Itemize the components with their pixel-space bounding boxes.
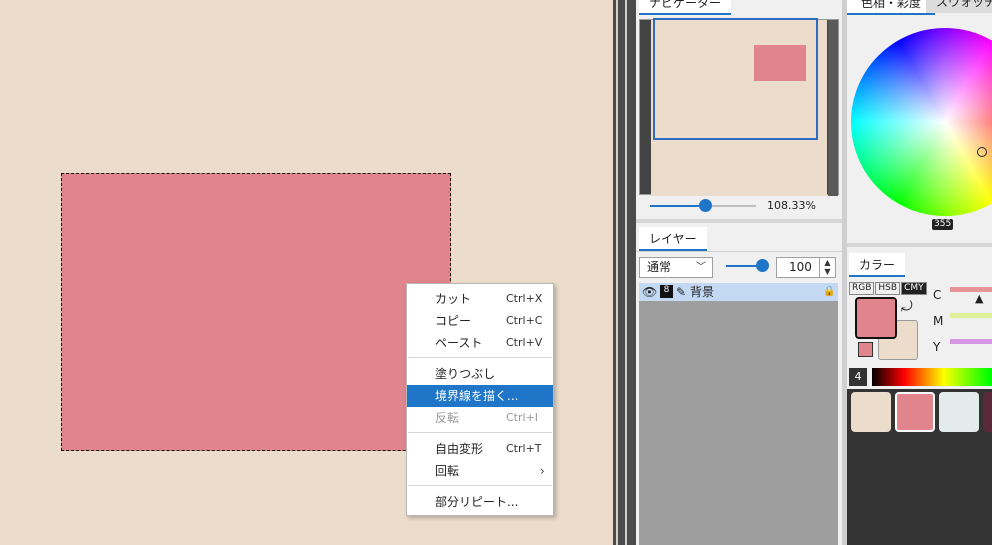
mode-hsb[interactable]: HSB bbox=[875, 282, 901, 295]
menu-item-label: 境界線を描く... bbox=[435, 389, 519, 403]
tab-swatch[interactable]: スウォッチ bbox=[926, 0, 992, 13]
slider-label-y: Y bbox=[933, 340, 941, 354]
layer-list[interactable]: 👁 8 ✎ 背景 🔒 bbox=[639, 283, 838, 545]
selection-rectangle[interactable] bbox=[61, 173, 451, 451]
color-panel: 色相・彩度 スウォッチ 355 カラー RGB HSB CMY ⤾ C ▲ M Y … bbox=[847, 0, 992, 545]
pen-icon[interactable]: ✎ bbox=[676, 284, 686, 300]
menu-item-paste[interactable]: ペースト Ctrl+V bbox=[407, 332, 553, 354]
menu-item-partial-repeat[interactable]: 部分リピート... bbox=[407, 491, 553, 513]
panel-separator[interactable] bbox=[847, 243, 992, 247]
navigator-view-frame[interactable] bbox=[653, 18, 818, 140]
chevron-down-icon: ﹀ bbox=[696, 262, 706, 273]
panel-separator[interactable] bbox=[636, 219, 842, 223]
palette-swatch[interactable] bbox=[851, 392, 891, 432]
palette-index[interactable]: 4 bbox=[849, 368, 867, 386]
menu-item-shortcut: Ctrl+C bbox=[506, 314, 543, 327]
hue-value: 355 bbox=[932, 219, 954, 230]
palette-area bbox=[847, 389, 992, 545]
mode-cmy[interactable]: CMY bbox=[901, 282, 927, 295]
divider-line bbox=[616, 0, 618, 545]
palette-swatch[interactable] bbox=[983, 392, 992, 432]
slider-c-marker[interactable]: ▲ bbox=[975, 292, 983, 305]
menu-item-shortcut: Ctrl+X bbox=[506, 292, 543, 305]
opacity-slider-handle[interactable] bbox=[756, 259, 769, 272]
tab-hue-saturation[interactable]: 色相・彩度 bbox=[847, 0, 936, 15]
menu-item-rotate[interactable]: 回転 › bbox=[407, 460, 553, 482]
menu-item-free-transform[interactable]: 自由変形 Ctrl+T bbox=[407, 438, 553, 460]
zoom-slider-fill bbox=[650, 205, 706, 207]
opacity-spinner[interactable]: ▲ ▼ bbox=[819, 258, 835, 277]
menu-item-stroke[interactable]: 境界線を描く... bbox=[407, 385, 553, 407]
menu-item-label: 塗りつぶし bbox=[435, 367, 496, 381]
menu-item-label: ペースト bbox=[435, 336, 483, 350]
slider-label-c: C bbox=[933, 288, 942, 302]
menu-divider bbox=[408, 432, 552, 433]
palette-swatch[interactable] bbox=[939, 392, 979, 432]
chevron-right-icon: › bbox=[540, 464, 545, 478]
swap-colors-icon[interactable]: ⤾ bbox=[901, 299, 913, 315]
zoom-slider-handle[interactable] bbox=[699, 199, 713, 212]
tab-navigator[interactable]: ナビゲーター bbox=[639, 0, 732, 15]
navigator-preview[interactable] bbox=[639, 18, 839, 196]
layer-number-icon: 8 bbox=[660, 285, 673, 298]
menu-item-label: 反転 bbox=[435, 411, 460, 425]
color-wheel-cursor[interactable] bbox=[977, 147, 987, 157]
slider-y[interactable] bbox=[950, 339, 992, 344]
context-menu: カット Ctrl+X コピー Ctrl+C ペースト Ctrl+V 塗りつぶし … bbox=[406, 283, 554, 516]
slider-c[interactable] bbox=[950, 287, 992, 292]
color-mode-tabs: RGB HSB CMY bbox=[849, 282, 928, 295]
navigator-scrollbar[interactable] bbox=[828, 20, 838, 196]
opacity-input[interactable]: 100 ▲ ▼ bbox=[776, 257, 836, 278]
menu-item-label: カット bbox=[435, 292, 472, 306]
slider-label-m: M bbox=[933, 314, 944, 328]
menu-item-label: コピー bbox=[435, 314, 472, 328]
mode-rgb[interactable]: RGB bbox=[849, 282, 875, 295]
color-spectrum-bar[interactable] bbox=[872, 368, 992, 386]
tab-layers[interactable]: レイヤー bbox=[639, 227, 707, 251]
blend-mode-value: 通常 bbox=[647, 260, 672, 274]
divider-line bbox=[625, 0, 627, 545]
opacity-value: 100 bbox=[789, 260, 812, 274]
zoom-value: 108.33% bbox=[767, 199, 816, 212]
foreground-color-swatch[interactable] bbox=[855, 297, 897, 339]
current-color-chip[interactable] bbox=[858, 342, 873, 357]
menu-item-shortcut: Ctrl+I bbox=[506, 411, 539, 424]
lock-icon[interactable]: 🔒 bbox=[823, 284, 835, 300]
menu-item-copy[interactable]: コピー Ctrl+C bbox=[407, 310, 553, 332]
layer-name: 背景 bbox=[690, 285, 715, 299]
tab-underline bbox=[636, 251, 842, 252]
eye-icon[interactable]: 👁 bbox=[642, 284, 657, 300]
menu-item-shortcut: Ctrl+T bbox=[506, 442, 542, 455]
blend-mode-select[interactable]: 通常 ﹀ bbox=[639, 257, 713, 278]
color-wheel[interactable] bbox=[851, 28, 992, 216]
menu-item-fill[interactable]: 塗りつぶし bbox=[407, 363, 553, 385]
menu-item-cut[interactable]: カット Ctrl+X bbox=[407, 288, 553, 310]
menu-item-shortcut: Ctrl+V bbox=[506, 336, 543, 349]
menu-item-label: 自由変形 bbox=[435, 442, 484, 456]
slider-m[interactable] bbox=[950, 313, 992, 318]
layer-row-background[interactable]: 👁 8 ✎ 背景 🔒 bbox=[639, 283, 838, 301]
menu-divider bbox=[408, 485, 552, 486]
menu-item-label: 部分リピート... bbox=[435, 495, 519, 509]
menu-divider bbox=[408, 357, 552, 358]
panel-divider[interactable] bbox=[613, 0, 636, 545]
palette-swatch-selected[interactable] bbox=[895, 392, 935, 432]
menu-item-invert: 反転 Ctrl+I bbox=[407, 407, 553, 429]
tab-color[interactable]: カラー bbox=[849, 253, 906, 277]
menu-item-label: 回転 bbox=[435, 464, 460, 478]
navigator-layer-panel: ナビゲーター 108.33% レイヤー 通常 ﹀ 100 ▲ ▼ 👁 8 ✎ 背景… bbox=[636, 0, 842, 545]
